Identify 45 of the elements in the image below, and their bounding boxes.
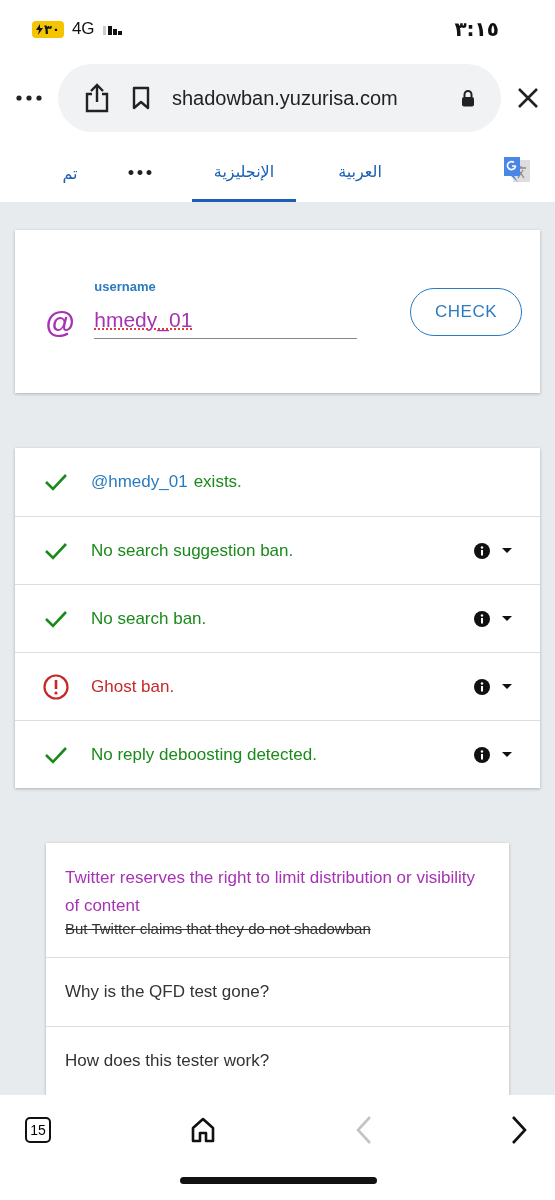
caret-icon[interactable] [502, 548, 512, 553]
home-icon[interactable] [190, 1117, 217, 1143]
faq-question[interactable]: Why is the QFD test gone? [65, 978, 490, 1006]
warning-icon [43, 673, 69, 700]
faq-question[interactable]: How does this tester work? [65, 1047, 490, 1075]
at-sign: @ [45, 305, 75, 340]
address-bar[interactable]: shadowban.yuzurisa.com [58, 64, 501, 132]
result-text: Ghost ban. [91, 676, 175, 697]
result-text: exists. [193, 472, 242, 492]
clock: ٣:١٥ [454, 17, 499, 41]
info-icon[interactable] [474, 746, 490, 763]
field-label: username [94, 278, 156, 294]
info-icon[interactable] [474, 678, 490, 695]
info-icon[interactable] [474, 610, 490, 627]
faq-subtitle: But Twitter claims that they do not shadowban [65, 920, 372, 937]
share-icon[interactable] [84, 83, 110, 113]
signal-icon [102, 23, 123, 35]
tab-count-button[interactable]: 15 [25, 1117, 51, 1143]
check-button[interactable]: CHECK [410, 287, 522, 336]
more-icon[interactable] [16, 95, 42, 101]
result-text: No reply deboosting detected. [91, 744, 317, 765]
username-handle: @hmedy_01 [91, 472, 188, 492]
check-icon [43, 609, 69, 628]
url-text: shadowban.yuzurisa.com [172, 86, 399, 110]
done-button[interactable]: تم [40, 144, 100, 202]
check-icon [43, 541, 69, 560]
lock-icon [461, 89, 475, 107]
bolt-icon [36, 23, 43, 35]
caret-icon[interactable] [502, 616, 512, 621]
forward-icon[interactable] [511, 1115, 527, 1145]
username-input[interactable]: hmedy_01 [94, 307, 358, 339]
language-tab[interactable]: العربية [308, 144, 412, 202]
result-text: No search ban. [91, 608, 207, 629]
more-button[interactable]: ••• [100, 144, 180, 202]
check-icon [43, 473, 69, 491]
caret-icon[interactable] [502, 752, 512, 757]
caret-icon[interactable] [502, 684, 512, 689]
bookmark-icon[interactable] [132, 86, 150, 110]
check-icon [43, 745, 69, 764]
info-icon[interactable] [474, 542, 490, 559]
close-icon[interactable] [517, 87, 539, 109]
faq-question[interactable]: Twitter reserves the right to limit distribution or visibility of content [65, 864, 490, 920]
battery-level: ٣٠ [44, 21, 60, 37]
result-text: No search suggestion ban. [91, 540, 294, 561]
network-type: 4G [71, 19, 95, 39]
